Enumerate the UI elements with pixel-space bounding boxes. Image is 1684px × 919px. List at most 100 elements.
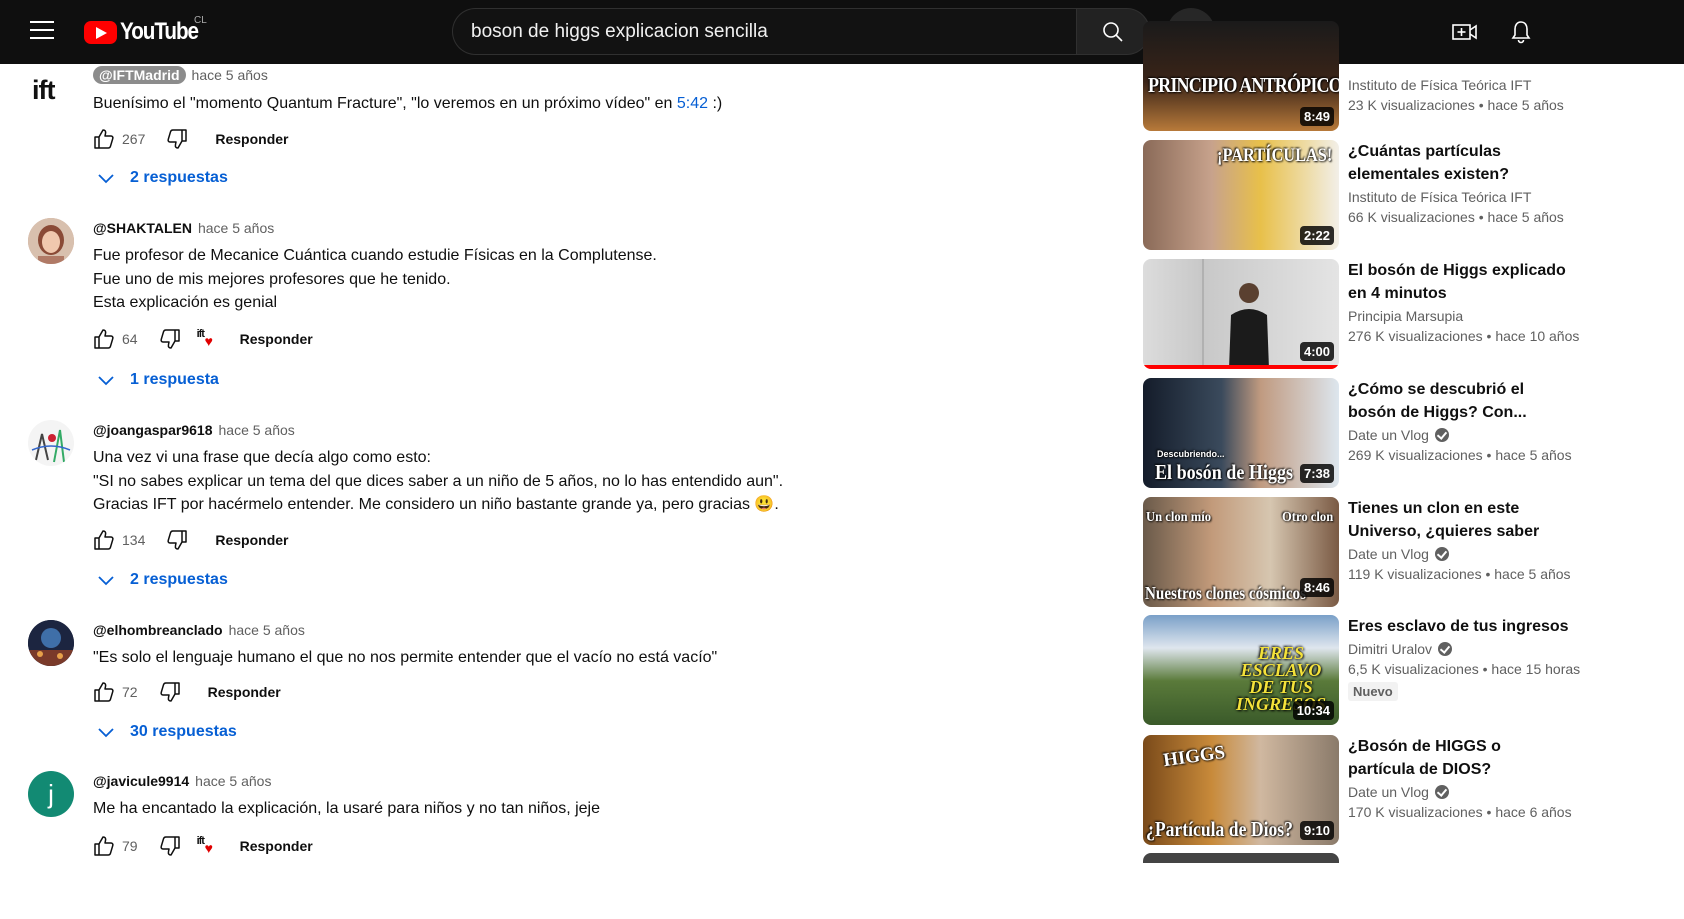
chevron-down-icon — [98, 174, 114, 184]
related-video[interactable]: PRINCIPIO ANTRÓPICO 8:49 Instituto de Fí… — [1143, 21, 1684, 131]
search-box — [452, 8, 1076, 55]
comment-actions: 72 Responder — [90, 677, 281, 707]
related-video[interactable]: ERES ESCLAVO DE TUS INGRESOS 10:34 Eres … — [1143, 615, 1684, 725]
avatar-photo — [28, 218, 74, 264]
view-replies-button[interactable]: 2 respuestas — [96, 566, 228, 594]
video-channel[interactable]: Instituto de Física Teórica IFT — [1348, 77, 1684, 93]
video-channel[interactable]: Date un Vlog — [1348, 427, 1684, 443]
avatar[interactable]: ift — [28, 67, 74, 113]
video-thumbnail[interactable]: 4:00 — [1143, 259, 1339, 369]
related-video[interactable]: HIGGS ¿Partícula de Dios? 9:10 ¿Bosón de… — [1143, 735, 1684, 845]
timestamp-link[interactable]: 5:42 — [677, 95, 708, 112]
heart-icon: ♥ — [204, 840, 213, 856]
channel-name: Principia Marsupia — [1348, 308, 1464, 324]
reply-button[interactable]: Responder — [215, 532, 288, 548]
view-replies-button[interactable]: 30 respuestas — [96, 718, 237, 746]
avatar[interactable] — [28, 218, 74, 264]
video-thumbnail[interactable]: ERES ESCLAVO DE TUS INGRESOS 10:34 — [1143, 615, 1339, 725]
comment-time[interactable]: hace 5 años — [198, 220, 274, 236]
avatar[interactable] — [28, 420, 74, 466]
comment-header: @IFTMadrid hace 5 años — [93, 65, 1083, 85]
thumbs-down-icon — [167, 129, 188, 149]
svg-text:ift: ift — [32, 75, 55, 105]
youtube-logo[interactable]: YouTube — [84, 16, 211, 48]
reply-button[interactable]: Responder — [215, 131, 288, 147]
comment-body: @joangaspar9618 hace 5 años Una vez vi u… — [93, 420, 1083, 517]
related-video[interactable]: Descubriendo... El bosón de Higgs 7:38 ¿… — [1143, 378, 1684, 488]
comment-time[interactable]: hace 5 años — [195, 773, 271, 789]
avatar-photo — [28, 620, 74, 666]
comment-text-part: :) — [708, 95, 723, 112]
video-thumbnail[interactable]: Descubriendo... El bosón de Higgs 7:38 — [1143, 378, 1339, 488]
like-button[interactable] — [90, 526, 118, 554]
video-thumbnail[interactable]: PRINCIPIO ANTRÓPICO 8:49 — [1143, 21, 1339, 131]
dislike-button[interactable] — [156, 832, 184, 860]
video-channel[interactable]: Principia Marsupia — [1348, 308, 1684, 324]
comment-time[interactable]: hace 5 años — [229, 622, 305, 638]
avatar[interactable]: j — [28, 771, 74, 817]
channel-name: Instituto de Física Teórica IFT — [1348, 189, 1532, 205]
chevron-down-icon — [98, 576, 114, 586]
comment-line: Fue profesor de Mecanice Cuántica cuando… — [93, 247, 657, 264]
video-channel[interactable]: Instituto de Física Teórica IFT — [1348, 189, 1684, 205]
comment-thread: @joangaspar9618 hace 5 años Una vez vi u… — [0, 420, 1100, 600]
comment-author[interactable]: @IFTMadrid — [93, 66, 186, 84]
like-button[interactable] — [90, 678, 118, 706]
comment-time[interactable]: hace 5 años — [192, 67, 268, 83]
video-stats: 276 K visualizaciones • hace 10 años — [1348, 328, 1580, 344]
related-video[interactable]: ¡PARTÍCULAS! 2:22 ¿Cuántas partículas el… — [1143, 140, 1684, 250]
reply-button[interactable]: Responder — [240, 331, 313, 347]
video-channel[interactable]: Date un Vlog — [1348, 784, 1684, 800]
comment-header: @joangaspar9618 hace 5 años — [93, 420, 1083, 440]
video-title[interactable]: El bosón de Higgs explicado en 4 minutos — [1348, 259, 1573, 305]
like-button[interactable] — [90, 125, 118, 153]
video-channel[interactable]: Dimitri Uralov — [1348, 641, 1684, 657]
related-video[interactable]: 4:00 El bosón de Higgs explicado en 4 mi… — [1143, 259, 1684, 369]
like-button[interactable] — [90, 325, 118, 353]
youtube-watch-page: YouTube CL ift @IFTMadrid hace 5 años B — [0, 0, 1684, 919]
ift-logo-avatar: ift — [32, 75, 56, 105]
avatar-letter: j — [48, 779, 54, 809]
dislike-button[interactable] — [156, 325, 184, 353]
search-button[interactable] — [1076, 8, 1150, 55]
video-info: ¿Cómo se descubrió el bosón de Higgs? Co… — [1348, 378, 1684, 463]
video-title[interactable]: Eres esclavo de tus ingresos — [1348, 615, 1684, 638]
video-title[interactable]: ¿Cuántas partículas elementales existen? — [1348, 140, 1548, 186]
dislike-button[interactable] — [156, 678, 184, 706]
view-replies-button[interactable]: 1 respuesta — [96, 366, 219, 394]
reply-button[interactable]: Responder — [208, 684, 281, 700]
comment-author[interactable]: @elhombreanclado — [93, 622, 223, 638]
video-thumbnail[interactable]: ¡PARTÍCULAS! 2:22 — [1143, 140, 1339, 250]
video-title[interactable]: ¿Cómo se descubrió el bosón de Higgs? Co… — [1348, 378, 1570, 424]
view-replies-button[interactable]: 2 respuestas — [96, 164, 228, 192]
replies-count: 30 respuestas — [130, 723, 237, 740]
video-thumbnail[interactable]: HIGGS ¿Partícula de Dios? 9:10 — [1143, 735, 1339, 845]
video-title[interactable]: Tienes un clon en este Universo, ¿quiere… — [1348, 497, 1570, 543]
thumbs-down-icon — [159, 329, 180, 349]
comment-author[interactable]: @javicule9914 — [93, 773, 189, 789]
comment-time[interactable]: hace 5 años — [219, 422, 295, 438]
comment-author[interactable]: @joangaspar9618 — [93, 422, 213, 438]
search-input[interactable] — [453, 9, 1076, 54]
dislike-button[interactable] — [163, 125, 191, 153]
avatar[interactable] — [28, 620, 74, 666]
thumbnail-text: El bosón de Higgs — [1155, 460, 1294, 484]
thumbnail-text-top: HIGGS — [1161, 741, 1227, 772]
menu-icon[interactable] — [30, 21, 54, 41]
creator-heart-badge: ift ♥ — [194, 327, 222, 351]
like-button[interactable] — [90, 832, 118, 860]
related-video[interactable]: Un clon mío Otro clon Nuestros clones có… — [1143, 497, 1684, 607]
related-video-peek[interactable] — [1143, 853, 1339, 863]
video-thumbnail[interactable]: Un clon mío Otro clon Nuestros clones có… — [1143, 497, 1339, 607]
like-count: 267 — [122, 131, 146, 147]
reply-button[interactable]: Responder — [240, 838, 313, 854]
comment-author[interactable]: @SHAKTALEN — [93, 220, 192, 236]
dislike-button[interactable] — [163, 526, 191, 554]
comment-text: Me ha encantado la explicación, la usaré… — [93, 797, 1083, 821]
chevron-down-icon — [98, 728, 114, 738]
video-title[interactable]: ¿Bosón de HIGGS o partícula de DIOS? — [1348, 735, 1570, 781]
video-info: ¿Bosón de HIGGS o partícula de DIOS? Dat… — [1348, 735, 1684, 820]
comment-thread: j @javicule9914 hace 5 años Me ha encant… — [0, 771, 1100, 919]
creator-heart-label: ift — [196, 835, 205, 847]
video-channel[interactable]: Date un Vlog — [1348, 546, 1684, 562]
